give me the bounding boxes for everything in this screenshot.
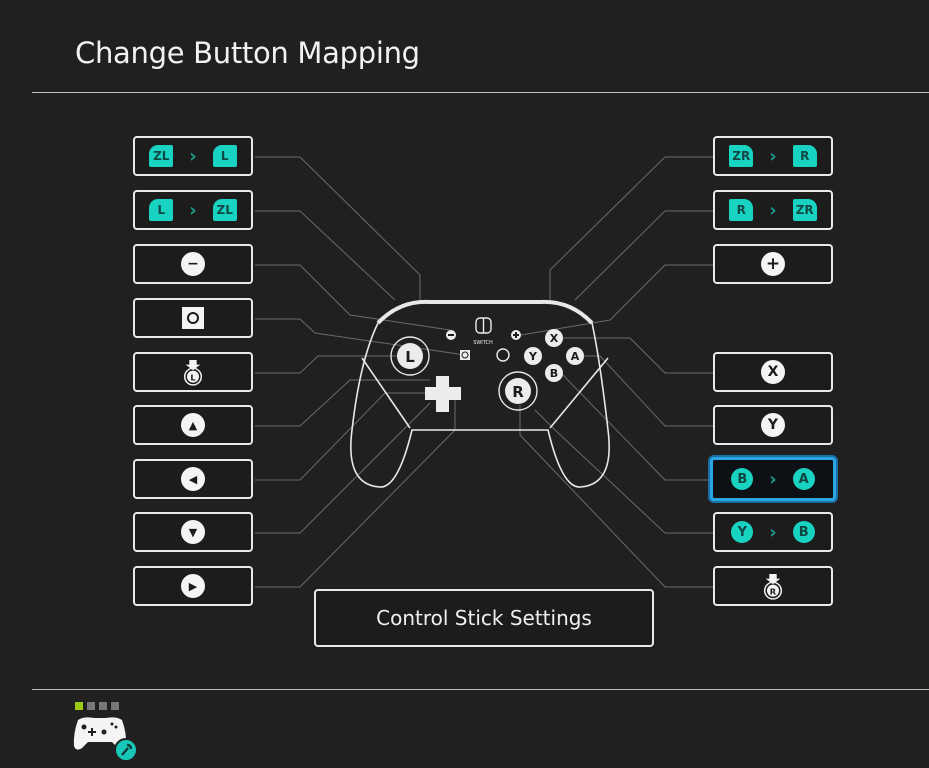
mapping-zl-button[interactable]: ZL › L <box>133 136 253 176</box>
mapping-plus-button[interactable]: + <box>713 244 833 284</box>
mapping-right-stick-button[interactable]: R <box>713 566 833 606</box>
svg-text:SWITCH: SWITCH <box>473 340 493 346</box>
zr-icon: ZR <box>792 199 817 221</box>
capture-button-icon <box>182 307 204 329</box>
mapping-capture-button[interactable] <box>133 298 253 338</box>
connector-lines <box>255 156 713 588</box>
l-icon: L <box>212 145 237 167</box>
arrow-right-icon: › <box>189 145 197 167</box>
mapping-zr-button[interactable]: ZR › R <box>713 136 833 176</box>
switch-logo-icon: SWITCH <box>473 317 493 346</box>
mapping-l-button[interactable]: L › ZL <box>133 190 253 230</box>
face-buttons: X Y A B <box>524 329 584 382</box>
svg-text:L: L <box>405 348 415 366</box>
mapping-dpad-right-button[interactable]: ▶ <box>133 566 253 606</box>
svg-text:Y: Y <box>528 350 538 363</box>
pro-controller <box>350 299 610 488</box>
arrow-right-icon: › <box>189 199 197 221</box>
zr-icon: ZR <box>729 145 754 167</box>
svg-text:X: X <box>550 332 559 345</box>
player-light-1 <box>75 702 83 710</box>
mapping-a-button[interactable]: Y › B <box>713 512 833 552</box>
zl-icon: ZL <box>212 199 237 221</box>
arrow-right-icon: › <box>769 199 777 221</box>
svg-text:R: R <box>512 383 524 401</box>
r-icon: R <box>792 145 817 167</box>
connector-zr <box>549 156 713 300</box>
arrow-right-icon: › <box>769 468 777 490</box>
dpad-left-icon: ◀ <box>181 467 205 491</box>
arrow-right-icon: › <box>769 145 777 167</box>
plus-button-icon: + <box>761 252 785 276</box>
arrow-right-icon: › <box>769 521 777 543</box>
r-icon: R <box>729 199 754 221</box>
y-button-icon: Y <box>761 413 785 437</box>
player-light-2 <box>87 702 95 710</box>
mapping-minus-button[interactable]: − <box>133 244 253 284</box>
mapping-x-button[interactable]: X <box>713 352 833 392</box>
mapping-b-button[interactable]: B › A <box>710 457 836 501</box>
controller-settings-icon <box>70 714 140 768</box>
svg-text:L: L <box>190 372 196 382</box>
dpad-up-icon: ▲ <box>181 413 205 437</box>
svg-text:A: A <box>571 350 580 363</box>
svg-text:B: B <box>550 367 558 380</box>
zl-icon: ZL <box>149 145 174 167</box>
l-icon: L <box>149 199 174 221</box>
player-indicator <box>75 702 119 710</box>
player-light-4 <box>111 702 119 710</box>
right-stick-press-icon: R <box>761 572 785 600</box>
dpad-right-icon: ▶ <box>181 574 205 598</box>
a-icon: A <box>792 468 815 490</box>
connector-lstick <box>255 355 400 374</box>
left-stick-press-icon: L <box>181 358 205 386</box>
player-light-3 <box>99 702 107 710</box>
b-icon: B <box>792 521 815 543</box>
connector-zl <box>255 156 421 300</box>
mapping-y-button[interactable]: Y <box>713 405 833 445</box>
home-small-icon <box>496 348 510 362</box>
connector-minus <box>255 264 451 331</box>
mapping-dpad-up-button[interactable]: ▲ <box>133 405 253 445</box>
mapping-dpad-left-button[interactable]: ◀ <box>133 459 253 499</box>
connector-a <box>575 355 713 427</box>
minus-button-icon: − <box>181 252 205 276</box>
dpad-icon <box>425 376 461 412</box>
footer-divider <box>32 689 929 690</box>
connector-dpad-down <box>255 402 431 534</box>
dpad-down-icon: ▼ <box>181 520 205 544</box>
x-button-icon: X <box>761 360 785 384</box>
connector-capture <box>255 318 466 356</box>
connector-l <box>255 210 396 301</box>
mapping-r-button[interactable]: R › ZR <box>713 190 833 230</box>
mapping-left-stick-button[interactable]: L <box>133 352 253 392</box>
y-icon: Y <box>731 521 754 543</box>
control-stick-settings-button[interactable]: Control Stick Settings <box>314 589 654 647</box>
mapping-dpad-down-button[interactable]: ▼ <box>133 512 253 552</box>
svg-text:R: R <box>770 586 777 596</box>
b-icon: B <box>731 468 754 490</box>
